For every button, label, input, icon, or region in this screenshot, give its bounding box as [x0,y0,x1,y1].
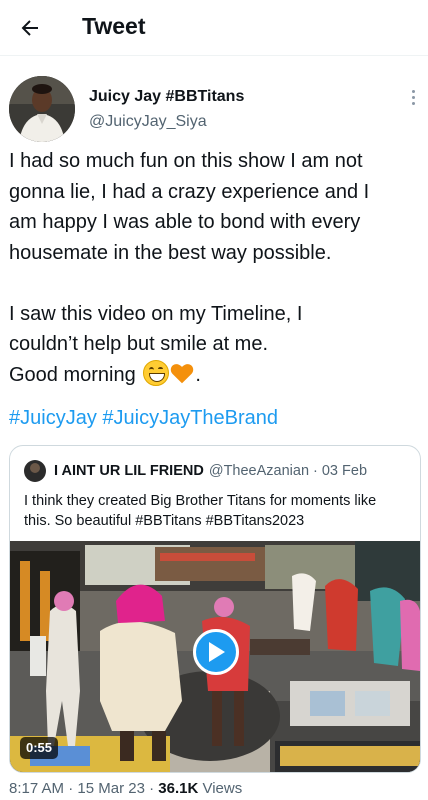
separator-dot: · [68,780,74,797]
grinning-face-emoji [143,359,170,386]
hashtag-link[interactable]: #JuicyJay [9,407,97,429]
separator-dot: · [313,463,318,479]
quoted-tweet-date: 03 Feb [321,463,368,479]
tweet-line-greeting: Good morning . [9,359,421,391]
video-duration-badge: 0:55 [20,737,59,759]
greeting-text: Good morning [9,363,136,386]
orange-heart-emoji [171,363,194,383]
back-button[interactable] [14,12,46,44]
separator-dot: · [149,780,155,797]
quoted-tweet-header: I AINT UR LIL FRIEND @TheeAzanian · 03 F… [24,460,367,482]
author-avatar[interactable] [9,76,75,142]
tweet-hashtags: #JuicyJay #JuicyJayTheBrand [9,407,278,430]
tweet-date[interactable]: 15 Mar 23 [77,780,145,797]
video-player[interactable]: 0:55 [10,541,420,772]
more-vertical-icon [411,89,415,93]
play-button[interactable] [193,629,239,675]
arrow-left-icon [21,20,38,36]
quoted-tweet-text: I think they created Big Brother Titans … [24,491,410,531]
quoted-text-line: I think they created Big Brother Titans … [24,493,377,509]
hashtag-link[interactable]: #JuicyJayTheBrand [102,407,278,429]
tweet-line: I had so much fun on this show I am not [9,150,363,172]
play-icon [209,642,225,662]
quoted-author-handle: @TheeAzanian [208,463,310,479]
tweet-metadata: 8:17 AM · 15 Mar 23 · 36.1K Views [9,780,242,797]
author-handle[interactable]: @JuicyJay_Siya [89,113,207,131]
views-count: 36.1K [158,780,199,797]
quoted-author-name: I AINT UR LIL FRIEND [54,463,204,479]
quoted-text-line: this. So beautiful #BBTitans #BBTitans20… [24,513,305,529]
tweet-author: Juicy Jay #BBTitans @JuicyJay_Siya [9,76,419,144]
tweet-line: housemate in the best way possible. [9,241,332,264]
tweet-line: I saw this video on my Timeline, I [9,302,303,325]
greeting-period: . [195,363,201,386]
quoted-author-avatar [24,460,46,482]
more-options-button[interactable] [405,86,421,108]
author-display-name[interactable]: Juicy Jay #BBTitans [89,88,244,106]
views-label: Views [202,780,243,797]
tweet-time[interactable]: 8:17 AM [9,780,64,797]
top-bar: Tweet [0,0,428,56]
tweet-line: couldn’t help but smile at me. [9,333,269,355]
quoted-tweet-card[interactable]: I AINT UR LIL FRIEND @TheeAzanian · 03 F… [9,445,421,773]
tweet-body: I had so much fun on this show I am not … [9,146,421,390]
tweet-line: am happy I was able to bond with every [9,211,361,233]
tweet-line: gonna lie, I had a crazy experience and … [9,180,370,203]
page-title: Tweet [82,13,146,39]
